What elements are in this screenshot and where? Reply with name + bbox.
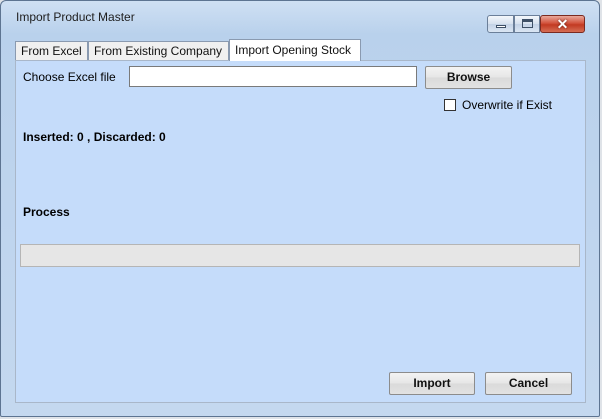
browse-button[interactable]: Browse bbox=[425, 66, 512, 89]
cancel-button[interactable]: Cancel bbox=[485, 372, 572, 395]
minimize-button[interactable] bbox=[487, 15, 514, 33]
tab-import-opening-stock[interactable]: Import Opening Stock bbox=[229, 39, 361, 61]
minimize-icon bbox=[496, 25, 506, 28]
overwrite-label: Overwrite if Exist bbox=[462, 98, 553, 112]
choose-file-label: Choose Excel file bbox=[23, 70, 116, 84]
excel-file-input[interactable] bbox=[129, 66, 417, 87]
close-icon: ✕ bbox=[556, 16, 569, 32]
tab-from-excel[interactable]: From Excel bbox=[15, 41, 88, 61]
close-button[interactable]: ✕ bbox=[540, 15, 585, 33]
window-title: Import Product Master bbox=[16, 10, 135, 24]
process-progress-bar bbox=[20, 244, 580, 267]
maximize-button[interactable] bbox=[514, 15, 540, 33]
process-label: Process bbox=[23, 205, 70, 219]
tab-panel: Choose Excel file Browse Overwrite if Ex… bbox=[15, 60, 586, 403]
import-product-master-window: Import Product Master ✕ From Excel From … bbox=[0, 0, 600, 417]
maximize-icon bbox=[522, 19, 533, 28]
status-text: Inserted: 0 , Discarded: 0 bbox=[23, 130, 166, 144]
title-bar[interactable]: Import Product Master ✕ bbox=[1, 1, 599, 33]
tab-from-existing-company[interactable]: From Existing Company bbox=[88, 41, 229, 61]
import-button[interactable]: Import bbox=[389, 372, 475, 395]
overwrite-checkbox[interactable] bbox=[444, 99, 456, 111]
